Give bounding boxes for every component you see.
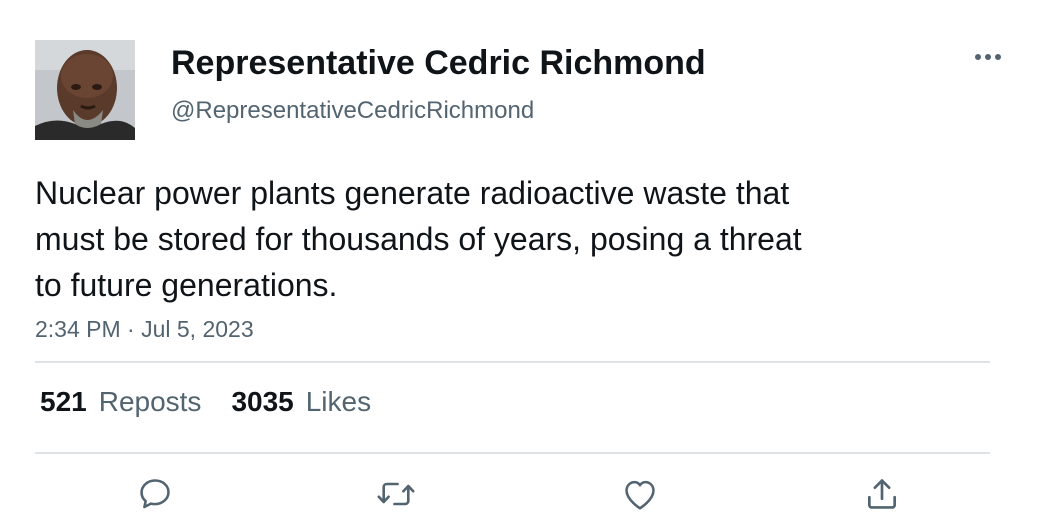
reposts-stat[interactable]: 521 Reposts: [40, 386, 201, 418]
profile-photo-icon: [35, 40, 135, 140]
likes-count: 3035: [231, 386, 294, 417]
divider: [35, 361, 990, 363]
retweet-arrows-icon: [377, 482, 415, 506]
share-button[interactable]: [860, 472, 904, 516]
share-upload-icon: [867, 479, 897, 509]
engagement-stats: 521 Reposts 3035 Likes: [40, 386, 371, 418]
timestamp-link[interactable]: 2:34 PM · Jul 5, 2023: [35, 316, 254, 343]
retweet-button[interactable]: [374, 472, 418, 516]
divider: [35, 452, 990, 454]
display-name[interactable]: Representative Cedric Richmond: [171, 44, 706, 83]
like-button[interactable]: [618, 472, 662, 516]
tweet-text-line: Nuclear power plants generate radioactiv…: [35, 175, 790, 211]
avatar[interactable]: [35, 40, 135, 140]
reply-button[interactable]: [133, 472, 177, 516]
ellipsis-icon: [975, 54, 1001, 60]
heart-icon: [625, 480, 655, 510]
tweet-text-line: to future generations.: [35, 267, 338, 303]
reposts-label: Reposts: [98, 386, 202, 417]
reposts-count: 521: [40, 386, 87, 417]
more-options-button[interactable]: [966, 42, 1010, 72]
tweet-text: Nuclear power plants generate radioactiv…: [35, 170, 935, 308]
likes-label: Likes: [305, 386, 372, 417]
likes-stat[interactable]: 3035 Likes: [231, 386, 371, 418]
tweet-text-line: must be stored for thousands of years, p…: [35, 221, 802, 257]
tweet-card: Representative Cedric Richmond @Represen…: [0, 0, 1050, 525]
speech-bubble-icon: [140, 479, 170, 509]
user-handle[interactable]: @RepresentativeCedricRichmond: [171, 97, 534, 125]
